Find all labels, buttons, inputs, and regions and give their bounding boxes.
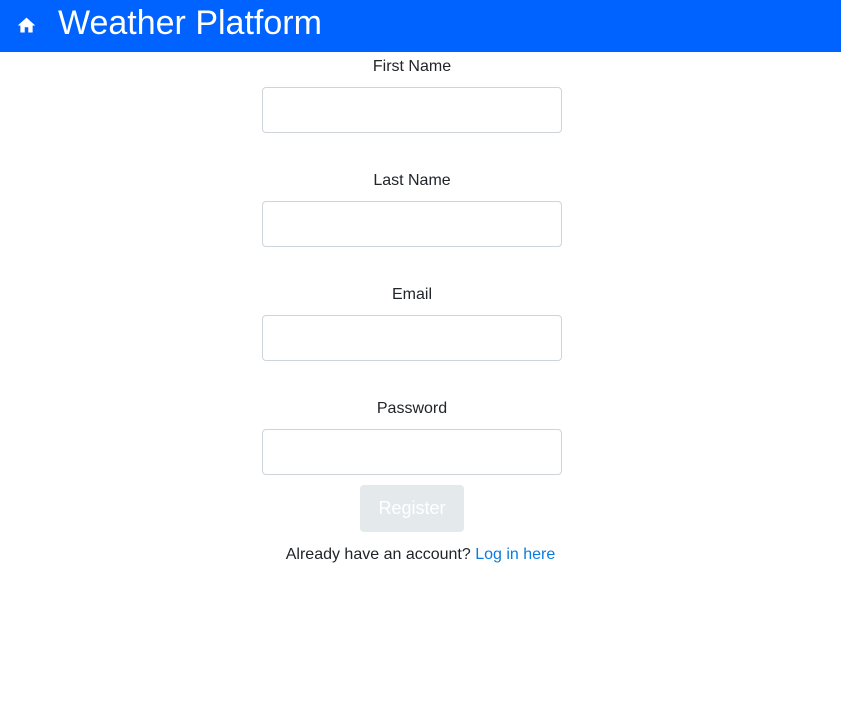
login-link[interactable]: Log in here (475, 546, 555, 563)
email-group: Email (262, 285, 562, 361)
first-name-group: First Name (262, 57, 562, 133)
email-input[interactable] (262, 315, 562, 361)
last-name-input[interactable] (262, 201, 562, 247)
last-name-label: Last Name (373, 172, 451, 189)
first-name-input[interactable] (262, 87, 562, 133)
home-link[interactable] (14, 13, 38, 37)
password-input[interactable] (262, 429, 562, 475)
password-label: Password (376, 400, 448, 417)
home-icon (17, 17, 35, 32)
last-name-group: Last Name (262, 171, 562, 247)
register-button[interactable]: Register (360, 485, 464, 532)
first-name-label: First Name (372, 58, 452, 75)
password-group: Password (262, 399, 562, 475)
login-prompt-text: Already have an account? (285, 546, 471, 563)
top-navbar: Weather Platform (0, 0, 841, 52)
app-title[interactable]: Weather Platform (58, 0, 322, 46)
email-label: Email (391, 286, 432, 303)
login-prompt: Already have an account? Log in here (0, 544, 841, 566)
